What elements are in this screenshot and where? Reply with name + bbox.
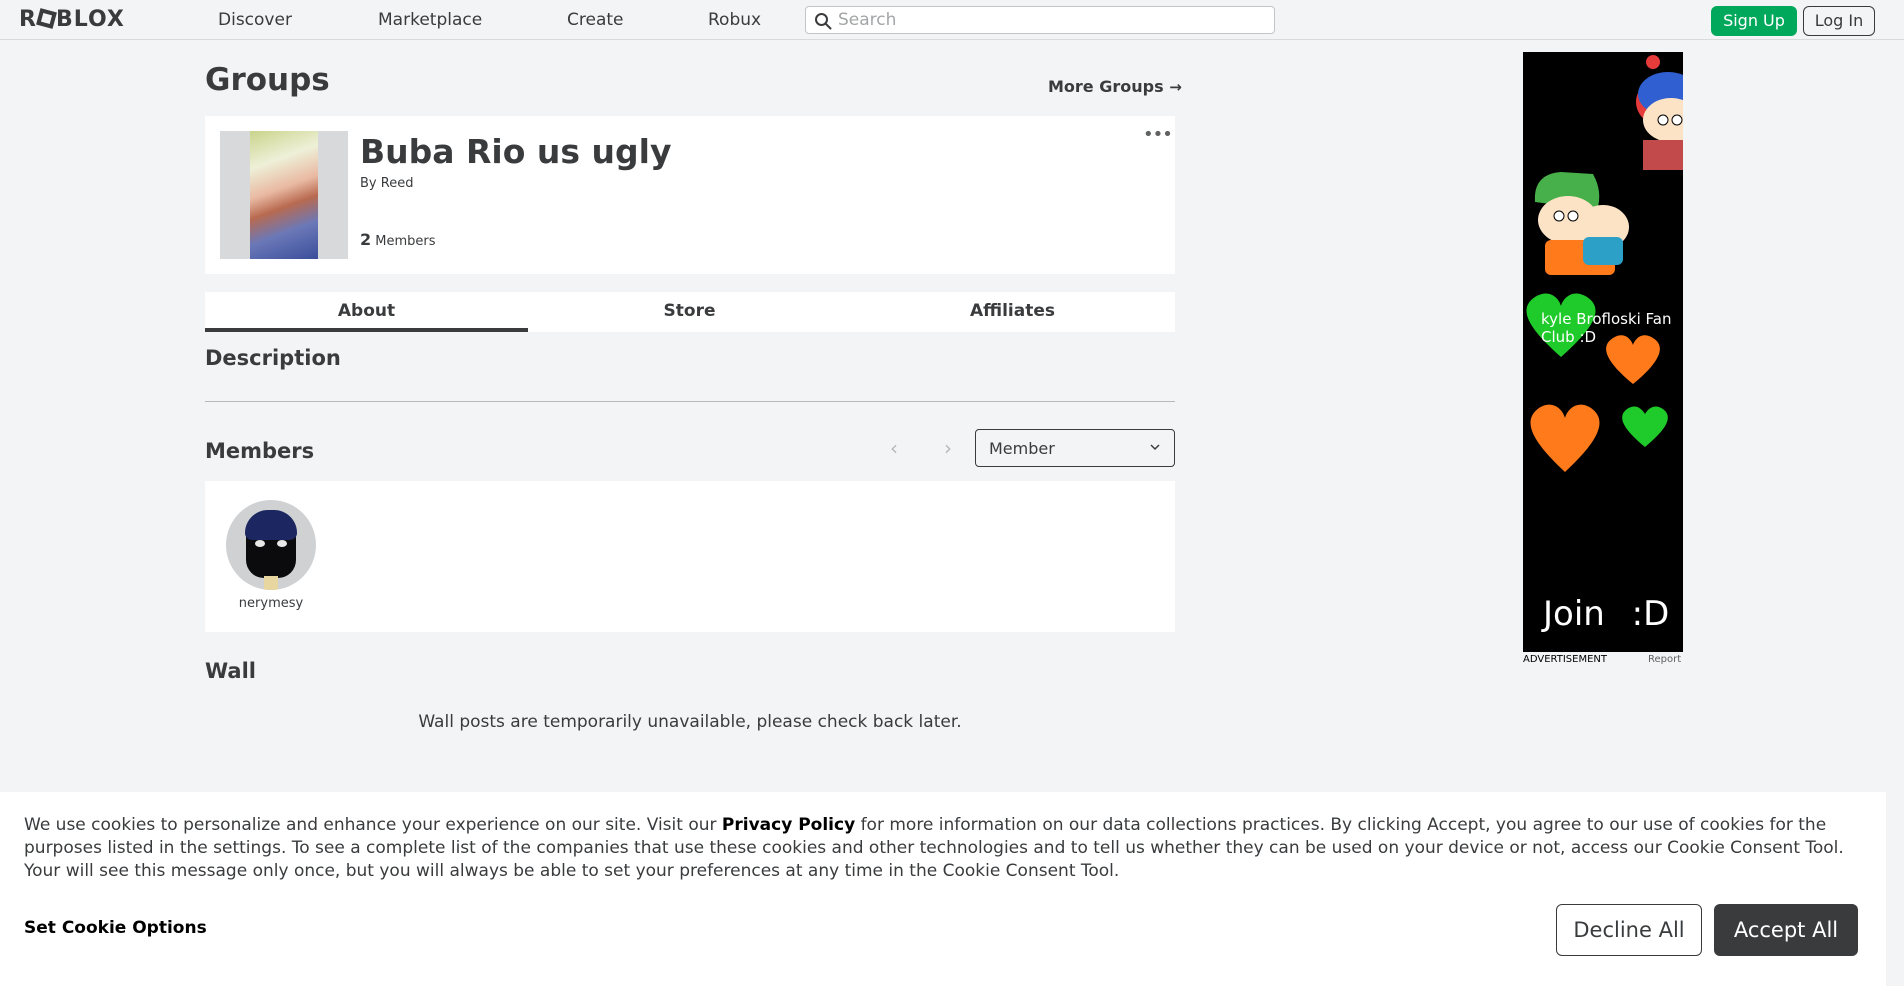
set-cookie-options-link[interactable]: Set Cookie Options (24, 918, 207, 938)
ad-join-text: Join :D (1543, 594, 1670, 634)
search-input[interactable] (838, 9, 1258, 31)
arrow-right-icon: → (1169, 78, 1182, 96)
role-dropdown[interactable]: Member (975, 429, 1175, 467)
avatar-neck (264, 576, 278, 590)
member-count-number: 2 (360, 230, 372, 249)
section-divider (205, 401, 1175, 402)
search-box[interactable] (805, 6, 1275, 34)
description-heading: Description (205, 346, 341, 370)
cartoon-character-stan (1636, 55, 1683, 170)
member-name[interactable]: nerymesy (226, 596, 316, 611)
report-ad-link[interactable]: Report (1648, 654, 1681, 665)
group-owner: By Reed (360, 176, 413, 191)
avatar-left-eye (255, 540, 265, 547)
group-emblem-image (250, 131, 318, 259)
ad-caption: kyle Brofloski Fan Club :D (1541, 310, 1672, 346)
chevron-right-icon[interactable]: › (944, 436, 952, 460)
tab-about[interactable]: About (205, 292, 528, 332)
heart-icon (1530, 404, 1600, 472)
nav-link-marketplace[interactable]: Marketplace (378, 10, 482, 30)
cartoon-characters-kyle-cartman (1534, 172, 1629, 275)
nav-link-discover[interactable]: Discover (218, 10, 292, 30)
advertisement-label: ADVERTISEMENT (1523, 654, 1608, 665)
avatar-right-eye (277, 540, 287, 547)
scrollbar[interactable] (1886, 40, 1904, 986)
top-navigation: R BLOX Discover Marketplace Create Robux … (0, 0, 1904, 40)
tab-affiliates[interactable]: Affiliates (851, 292, 1174, 332)
search-icon (815, 13, 832, 30)
owner-link[interactable]: Reed (381, 176, 414, 191)
cookie-message: We use cookies to personalize and enhanc… (24, 814, 1864, 883)
roblox-logo[interactable]: R BLOX (19, 8, 125, 31)
group-header-card: Buba Rio us ugly By Reed 2 Members ••• (205, 116, 1175, 274)
nav-link-create[interactable]: Create (567, 10, 624, 30)
more-groups-link[interactable]: More Groups → (1048, 77, 1182, 96)
heart-icon (1622, 406, 1668, 447)
nav-link-robux[interactable]: Robux (708, 10, 761, 30)
group-name: Buba Rio us ugly (360, 132, 672, 171)
by-prefix: By (360, 176, 377, 191)
cookie-consent-banner: We use cookies to personalize and enhanc… (0, 792, 1886, 986)
ellipsis-icon[interactable]: ••• (1143, 126, 1173, 144)
sign-up-button[interactable]: Sign Up (1711, 6, 1797, 36)
accept-all-button[interactable]: Accept All (1714, 904, 1858, 956)
more-groups-label: More Groups (1048, 77, 1164, 96)
wall-heading: Wall (205, 659, 256, 683)
members-list: nerymesy (205, 481, 1175, 632)
members-heading: Members (205, 439, 315, 463)
group-emblem (220, 131, 348, 259)
wall-unavailable-message: Wall posts are temporarily unavailable, … (418, 712, 962, 732)
ad-artwork (1526, 55, 1683, 472)
decline-all-button[interactable]: Decline All (1556, 904, 1702, 956)
advertisement-banner[interactable]: kyle Brofloski Fan Club :D Join :D (1523, 52, 1683, 652)
member-card[interactable]: nerymesy (226, 500, 316, 611)
avatar[interactable] (226, 500, 316, 590)
page-title: Groups (205, 62, 330, 98)
group-tabs: About Store Affiliates (205, 292, 1175, 332)
cookie-text-start: We use cookies to personalize and enhanc… (24, 815, 722, 835)
chevron-down-icon (1150, 444, 1160, 451)
member-count-label: Members (375, 234, 436, 249)
tab-store[interactable]: Store (528, 292, 851, 332)
chevron-left-icon[interactable]: ‹ (890, 436, 898, 460)
role-dropdown-value: Member (989, 439, 1055, 458)
privacy-policy-link[interactable]: Privacy Policy (722, 815, 855, 835)
avatar-hat (245, 510, 297, 540)
member-count: 2 Members (360, 230, 436, 249)
log-in-button[interactable]: Log In (1803, 6, 1875, 36)
